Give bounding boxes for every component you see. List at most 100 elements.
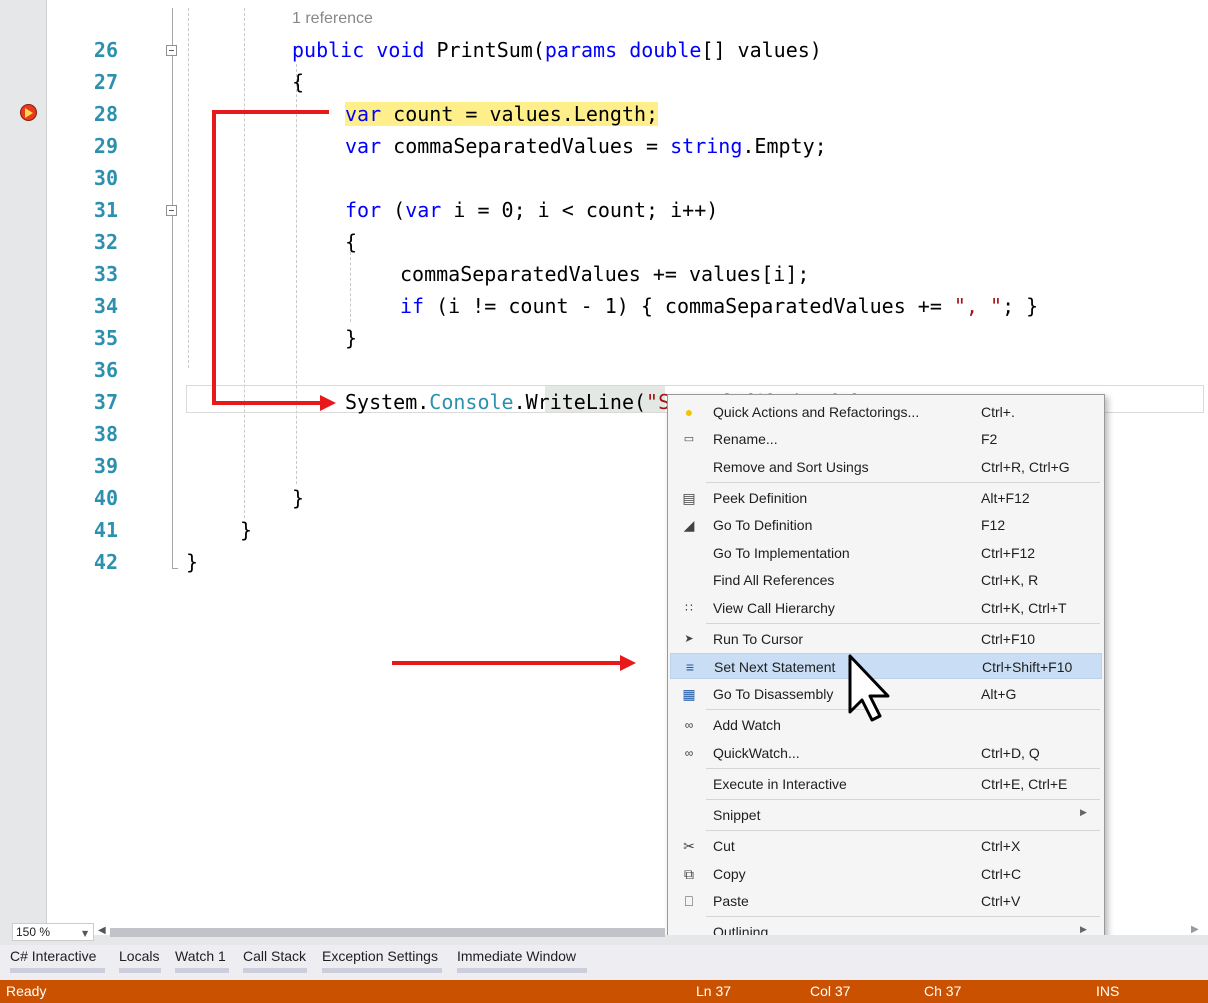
set-next-statement-icon: ≡ [685,659,695,675]
tab-indicator [175,968,229,973]
line-number: 38 [93,422,118,446]
collapse-toggle-icon[interactable] [166,205,177,216]
menu-item-cut[interactable]: ✂ Cut Ctrl+X [670,833,1102,859]
line-number: 42 [93,550,118,574]
indent-guide [350,252,351,322]
tab-indicator [243,968,307,973]
menu-separator [706,482,1100,483]
line-number: 35 [93,326,118,350]
menu-item-label: Snippet [713,807,761,823]
lightbulb-icon: ● [684,404,694,420]
menu-item-quickwatch[interactable]: ∞ QuickWatch... Ctrl+D, Q [670,740,1102,766]
menu-item-paste[interactable]: ⎕ Paste Ctrl+V [670,888,1102,914]
horizontal-scrollbar-thumb[interactable] [110,928,665,937]
run-to-cursor-icon: ➤ [684,633,694,645]
annotation-arrowhead-icon [620,655,636,671]
menu-item-label: Run To Cursor [713,631,804,647]
chevron-down-icon[interactable]: ▼ [82,929,88,938]
status-column: Col 37 [810,983,851,999]
line-number: 39 [93,454,118,478]
menu-item-label: Rename... [713,431,778,447]
current-statement-arrow-icon[interactable] [20,104,37,121]
glyph-margin[interactable] [0,0,14,935]
menu-item-shortcut: Ctrl+F10 [981,631,1036,647]
submenu-arrow-icon: ▶ [1080,807,1087,817]
tab-call-stack[interactable]: Call Stack [243,948,306,964]
menu-item-label: Set Next Statement [714,659,836,675]
menu-item-copy[interactable]: ⧉ Copy Ctrl+C [670,861,1102,887]
menu-item-execute-in-interactive[interactable]: Execute in Interactive Ctrl+E, Ctrl+E [670,771,1102,797]
collapse-toggle-icon[interactable] [166,45,177,56]
tab-immediate-window[interactable]: Immediate Window [457,948,576,964]
annotation-arrow-top [212,110,329,114]
code-line: var commaSeparatedValues = string.Empty; [345,134,827,158]
glasses-icon: ∞ [684,746,694,760]
line-number: 40 [93,486,118,510]
code-line: if (i != count - 1) { commaSeparatedValu… [400,294,1039,318]
menu-item-shortcut: Ctrl+C [981,866,1022,882]
status-char: Ch 37 [924,983,962,999]
gutter-divider [46,0,47,935]
tab-exception-settings[interactable]: Exception Settings [322,948,438,964]
menu-item-shortcut: Ctrl+V [981,893,1021,909]
line-number: 41 [93,518,118,542]
paste-icon: ⎕ [684,893,694,909]
tab-indicator [119,968,161,973]
line-number: 26 [93,38,118,62]
menu-separator [706,768,1100,769]
tab-indicator [10,968,105,973]
scroll-left-icon[interactable]: ◀ [98,925,106,936]
menu-separator [706,830,1100,831]
menu-item-label: Paste [713,893,749,909]
menu-item-label: Go To Definition [713,517,813,533]
menu-separator [706,916,1100,917]
menu-item-label: Execute in Interactive [713,776,847,792]
menu-item-label: QuickWatch... [713,745,800,761]
menu-item-label: Copy [713,866,746,882]
menu-item-peek-definition[interactable]: ▤ Peek Definition Alt+F12 [670,485,1102,511]
copy-icon: ⧉ [684,866,694,882]
code-line: for (var i = 0; i < count; i++) [345,198,719,222]
tab-indicator [322,968,442,973]
line-number: 27 [93,70,118,94]
menu-item-label: Go To Implementation [713,545,850,561]
menu-item-rename[interactable]: ▭ Rename... F2 [670,426,1102,452]
indent-guide [296,64,297,484]
menu-item-snippet[interactable]: Snippet ▶ [670,802,1102,828]
call-hierarchy-icon: ∷ [685,601,693,615]
line-number: 29 [93,134,118,158]
tab-locals[interactable]: Locals [119,948,159,964]
menu-item-label: Add Watch [713,717,781,733]
menu-item-view-call-hierarchy[interactable]: ∷ View Call Hierarchy Ctrl+K, Ctrl+T [670,595,1102,621]
tool-window-tabs: C# Interactive Locals Watch 1 Call Stack… [0,945,1208,980]
annotation-arrow-bottom [212,401,322,405]
menu-item-remove-sort-usings[interactable]: Remove and Sort Usings Ctrl+R, Ctrl+G [670,454,1102,480]
menu-item-go-to-implementation[interactable]: Go To Implementation Ctrl+F12 [670,540,1102,566]
menu-item-shortcut: F2 [981,431,998,447]
rename-icon: ▭ [683,433,695,445]
line-number: 34 [93,294,118,318]
line-number-margin [14,0,46,935]
line-number: 37 [93,390,118,414]
tab-watch-1[interactable]: Watch 1 [175,948,226,964]
menu-item-go-to-definition[interactable]: ◢ Go To Definition F12 [670,512,1102,538]
menu-item-run-to-cursor[interactable]: ➤ Run To Cursor Ctrl+F10 [670,626,1102,652]
code-line: public void PrintSum(params double[] val… [292,38,822,62]
code-line: } [345,326,358,350]
menu-item-find-all-references[interactable]: Find All References Ctrl+K, R [670,567,1102,593]
annotation-arrowhead-icon [320,395,336,411]
tab-csharp-interactive[interactable]: C# Interactive [10,948,96,964]
menu-item-shortcut: Ctrl+. [981,404,1015,420]
menu-separator [706,709,1100,710]
line-number: 30 [93,166,118,190]
line-number: 36 [93,358,118,382]
disassembly-icon: ▦ [682,686,696,702]
scroll-right-icon[interactable]: ▶ [1191,924,1199,935]
indent-guide [188,8,189,368]
menu-item-quick-actions[interactable]: ● Quick Actions and Refactorings... Ctrl… [670,399,1102,425]
codelens-references[interactable]: 1 reference [292,10,373,28]
submenu-arrow-icon: ▶ [1080,924,1087,934]
menu-item-shortcut: F12 [981,517,1006,533]
tab-indicator [457,968,587,973]
menu-item-label: Cut [713,838,735,854]
